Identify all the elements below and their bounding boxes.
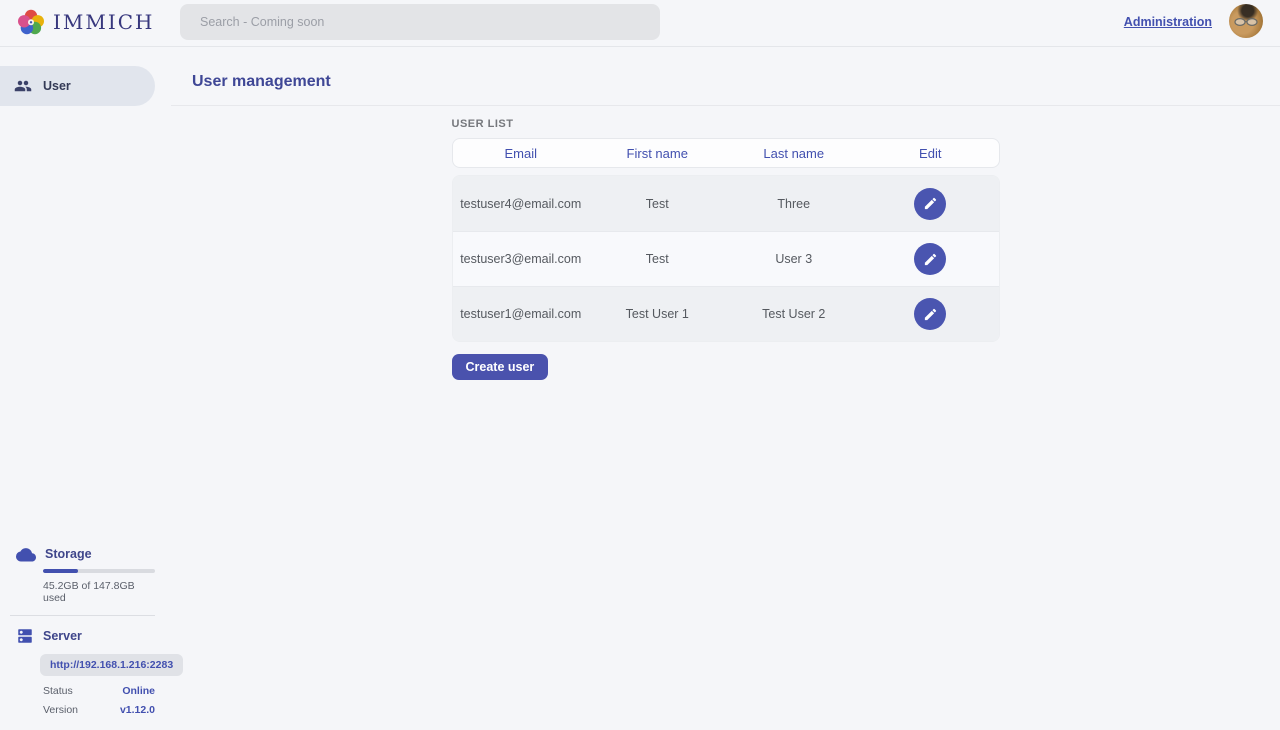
- cell-first-name: Test User 1: [589, 307, 726, 321]
- storage-progress-bar: [43, 569, 155, 573]
- edit-user-button[interactable]: [914, 243, 946, 275]
- cell-last-name: Three: [726, 197, 863, 211]
- table-row: testuser1@email.com Test User 1 Test Use…: [453, 286, 999, 341]
- storage-usage-text: 45.2GB of 147.8GB used: [43, 580, 155, 604]
- column-header-email: Email: [453, 146, 590, 161]
- pencil-icon: [923, 252, 938, 267]
- section-label: USER LIST: [452, 118, 1000, 130]
- sidebar-divider: [10, 615, 155, 616]
- table-row: testuser4@email.com Test Three: [453, 176, 999, 231]
- cell-email: testuser4@email.com: [453, 197, 590, 211]
- server-section-header: Server: [16, 627, 155, 645]
- cell-first-name: Test: [589, 252, 726, 266]
- immich-logo[interactable]: IMMICH: [18, 9, 155, 35]
- status-label: Status: [43, 685, 73, 697]
- main-content: User management USER LIST Email First na…: [171, 47, 1280, 730]
- cell-last-name: User 3: [726, 252, 863, 266]
- title-bar: User management: [171, 47, 1280, 106]
- cloud-icon: [16, 546, 36, 562]
- storage-title: Storage: [45, 547, 92, 561]
- sidebar-item-user[interactable]: User: [0, 66, 155, 106]
- server-icon: [16, 627, 34, 645]
- server-status-row: Status Online: [43, 685, 155, 697]
- server-url-chip: http://192.168.1.216:2283: [40, 654, 183, 676]
- page-title: User management: [192, 73, 331, 90]
- pencil-icon: [923, 307, 938, 322]
- user-list-section: USER LIST Email First name Last name Edi…: [452, 118, 1000, 380]
- create-user-button[interactable]: Create user: [452, 354, 549, 380]
- version-label: Version: [43, 704, 78, 716]
- server-title: Server: [43, 629, 82, 643]
- cell-email: testuser3@email.com: [453, 252, 590, 266]
- sidebar-footer: Storage 45.2GB of 147.8GB used Server ht…: [0, 546, 171, 730]
- table-header-row: Email First name Last name Edit: [452, 138, 1000, 168]
- storage-section-header: Storage: [16, 546, 155, 562]
- cell-first-name: Test: [589, 197, 726, 211]
- status-value: Online: [122, 685, 155, 697]
- sidebar: User Storage 45.2GB of 147.8GB used: [0, 47, 171, 730]
- column-header-edit: Edit: [862, 146, 999, 161]
- edit-user-button[interactable]: [914, 188, 946, 220]
- cell-email: testuser1@email.com: [453, 307, 590, 321]
- edit-user-button[interactable]: [914, 298, 946, 330]
- cell-last-name: Test User 2: [726, 307, 863, 321]
- version-value: v1.12.0: [120, 704, 155, 716]
- glasses-graphic: [1233, 16, 1259, 28]
- server-version-row: Version v1.12.0: [43, 704, 155, 716]
- user-avatar[interactable]: [1229, 4, 1263, 38]
- column-header-last-name: Last name: [726, 146, 863, 161]
- users-group-icon: [14, 77, 32, 95]
- app-header: IMMICH Administration: [0, 0, 1280, 47]
- logo-wordmark: IMMICH: [53, 10, 155, 34]
- search-input[interactable]: [180, 4, 660, 40]
- pencil-icon: [923, 196, 938, 211]
- table-row: testuser3@email.com Test User 3: [453, 231, 999, 286]
- immich-flower-icon: [18, 9, 44, 35]
- storage-progress-fill: [43, 569, 78, 573]
- column-header-first-name: First name: [589, 146, 726, 161]
- table-body: testuser4@email.com Test Three testuser3…: [452, 175, 1000, 342]
- sidebar-item-label: User: [43, 79, 71, 93]
- administration-link[interactable]: Administration: [1124, 15, 1212, 29]
